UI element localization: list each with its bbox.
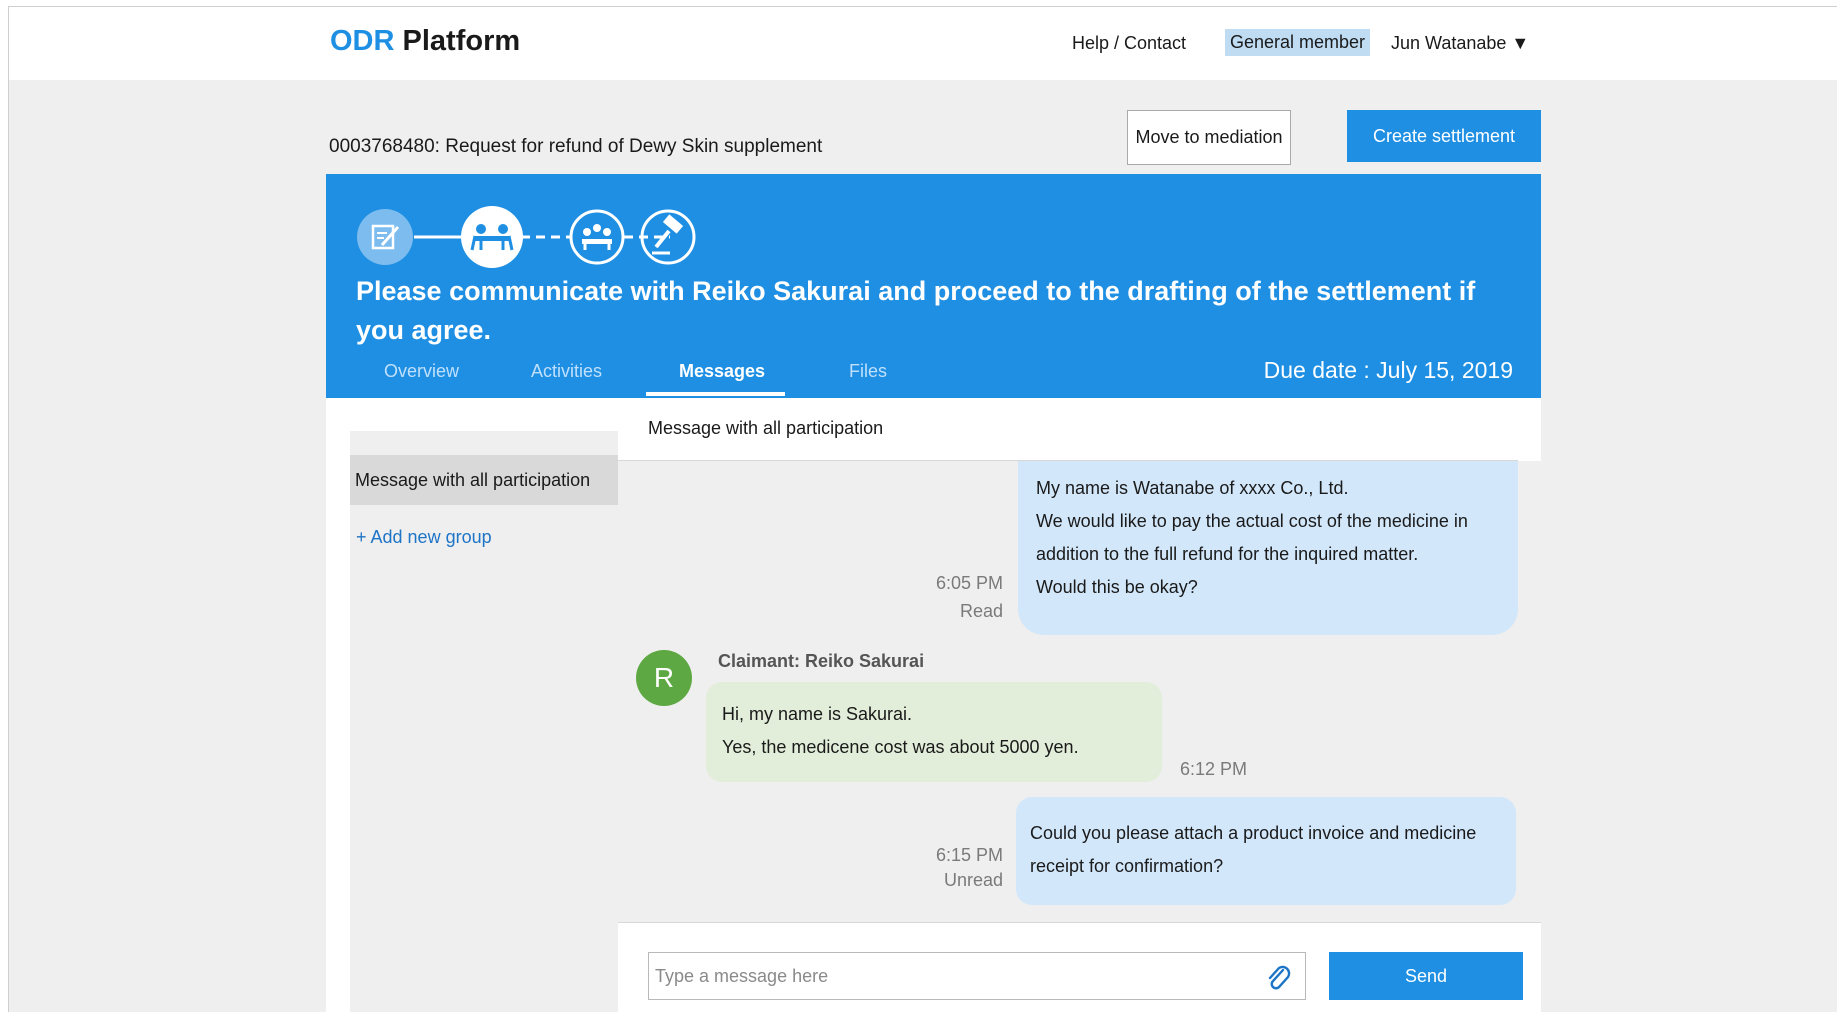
paperclip-icon[interactable] — [1264, 962, 1294, 992]
divider — [618, 922, 1541, 923]
due-date: Due date : July 15, 2019 — [1263, 357, 1513, 383]
tab-activities[interactable]: Activities — [531, 361, 602, 382]
message-time: 6:12 PM — [1180, 759, 1248, 779]
message-line: My name is Watanabe of xxxx Co., Ltd. — [1036, 478, 1349, 498]
message-line: Would this be okay? — [1036, 577, 1198, 597]
case-status-banner: Please communicate with Reiko Sakurai an… — [326, 174, 1541, 398]
tab-files[interactable]: Files — [849, 361, 887, 382]
message-bubble-outgoing: My name is Watanabe of xxxx Co., Ltd. We… — [1018, 461, 1518, 635]
move-to-mediation-button[interactable]: Move to mediation — [1127, 110, 1291, 165]
help-contact-link[interactable]: Help / Contact — [1072, 33, 1186, 54]
message-bubble-outgoing: Could you please attach a product invoic… — [1016, 797, 1516, 905]
group-discussion-icon — [569, 209, 625, 265]
case-title: 0003768480: Request for refund of Dewy S… — [329, 136, 823, 157]
read-status: Unread — [943, 870, 1003, 890]
sender-name: Claimant: Reiko Sakurai — [718, 651, 925, 671]
message-thread: My name is Watanabe of xxxx Co., Ltd. We… — [618, 461, 1541, 922]
message-line: Could you please attach a product invoic… — [1030, 823, 1477, 843]
message-time: 6:15 PM — [935, 845, 1003, 865]
group-sidebar: Message with all participation + Add new… — [350, 431, 618, 1012]
messages-panel: Message with all participation + Add new… — [326, 398, 1541, 1012]
logo-accent: ODR — [330, 25, 395, 57]
app-window: ODR Platform Help / Contact General memb… — [8, 6, 1837, 1012]
message-time: 6:05 PM — [935, 573, 1003, 593]
message-line: addition to the full refund for the inqu… — [1036, 544, 1419, 564]
message-line: receipt for confirmation? — [1030, 856, 1224, 876]
user-menu-dropdown[interactable]: Jun Watanabe ▼ — [1391, 33, 1529, 54]
message-line: We would like to pay the actual cost of … — [1036, 511, 1468, 531]
member-role-badge: General member — [1225, 29, 1371, 56]
message-line: Hi, my name is Sakurai. — [722, 704, 913, 724]
message-bubble-incoming: Hi, my name is Sakurai. Yes, the medicen… — [706, 682, 1162, 782]
top-navigation-bar: ODR Platform Help / Contact General memb… — [9, 7, 1837, 80]
read-status: Read — [959, 601, 1003, 621]
send-button[interactable]: Send — [1329, 952, 1523, 1000]
sidebar-item-all-participation[interactable]: Message with all participation — [350, 455, 618, 505]
message-input[interactable] — [648, 952, 1306, 1000]
add-new-group-link[interactable]: + Add new group — [356, 527, 492, 548]
gavel-icon — [640, 209, 696, 265]
edit-document-icon — [357, 209, 413, 265]
banner-instruction: Please communicate with Reiko Sakurai an… — [356, 276, 1476, 345]
message-line: Yes, the medicene cost was about 5000 ye… — [722, 737, 1079, 757]
logo-text: Platform — [402, 25, 521, 57]
chat-header: Message with all participation — [648, 418, 884, 438]
app-logo[interactable]: ODR Platform — [330, 25, 520, 58]
meeting-icon — [461, 206, 523, 268]
create-settlement-button[interactable]: Create settlement — [1347, 110, 1541, 162]
tab-messages[interactable]: Messages — [679, 361, 765, 382]
avatar: R — [636, 650, 692, 706]
active-tab-indicator — [646, 392, 785, 396]
tab-overview[interactable]: Overview — [384, 361, 459, 382]
